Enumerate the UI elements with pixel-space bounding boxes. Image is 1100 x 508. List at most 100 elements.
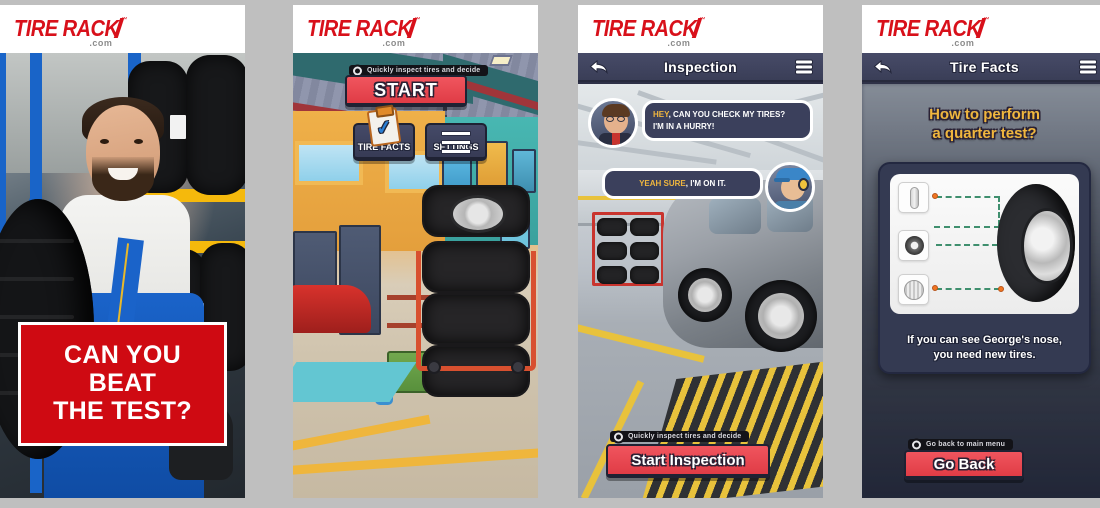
mechanic-dialogue-bubble: YEAH SURE, I'M ON IT. <box>602 168 763 200</box>
diagram-connector <box>936 244 998 246</box>
customer-dialogue-line-1: , CAN YOU CHECK MY TIRES? <box>668 110 786 119</box>
customer-dialogue-bubble: HEY, CAN YOU CHECK MY TIRES? I'M IN A HU… <box>642 100 813 142</box>
settings-button[interactable]: SETTINGS <box>425 123 487 161</box>
customer-dialogue-highlight: HEY <box>653 110 669 119</box>
mechanic-dialogue-line-1: , I'M ON IT. <box>685 179 726 188</box>
start-tooltip-text: Quickly inspect tires and decide <box>367 67 481 74</box>
logo-dotcom: .com <box>89 38 113 48</box>
tire-facts-card: If you can see George's nose, you need n… <box>878 162 1091 374</box>
cart-caster <box>427 360 441 374</box>
promo-banner-line-1: CAN YOU BEAT <box>64 341 181 397</box>
floor-marking-blue <box>293 362 417 402</box>
tire-facts-scene: How to perform a quarter test? If you ca… <box>862 84 1100 498</box>
promo-banner: CAN YOU BEAT THE TEST? <box>18 322 227 446</box>
mechanic-dialogue-highlight: YEAH SURE <box>639 179 686 188</box>
start-button[interactable]: START <box>345 75 467 107</box>
technician-eye <box>100 139 109 144</box>
start-inspection-tooltip: Quickly inspect tires and decide <box>610 430 750 443</box>
logo-trademark: ™ <box>983 17 990 23</box>
quarter-coin-icon <box>898 182 929 213</box>
tire-tread <box>0 315 74 319</box>
start-inspection-tooltip-text: Quickly inspect tires and decide <box>628 433 742 440</box>
logo-trademark: ™ <box>121 17 128 23</box>
wheel-icon <box>898 230 929 261</box>
tire-facts-headline: How to perform a quarter test? <box>862 106 1100 144</box>
headline-line-2: a quarter test? <box>932 124 1037 142</box>
back-arrow-icon[interactable] <box>589 59 608 74</box>
logo-trademark: ™ <box>414 17 421 23</box>
caption-line-2: you need new tires. <box>933 348 1036 361</box>
tire-facts-caption: If you can see George's nose, you need n… <box>890 333 1079 362</box>
front-wheel <box>678 268 732 322</box>
tire-facts-header: Tire Facts <box>862 53 1100 82</box>
tire-rack-logo: TIRE RACK ™ .com <box>307 17 420 48</box>
racked-tire <box>629 218 659 236</box>
hamburger-menu-icon <box>441 131 471 154</box>
promo-banner-line-2: THE TEST? <box>53 397 192 425</box>
inspection-header: Inspection <box>578 53 823 82</box>
cart-caster <box>511 360 525 374</box>
caption-line-1: If you can see George's nose, <box>907 334 1062 347</box>
racked-tire <box>597 218 627 236</box>
stacked-tire <box>422 185 530 237</box>
hamburger-menu-icon[interactable] <box>1080 60 1096 73</box>
diagram-connector <box>934 226 1000 228</box>
diagram-point-tire <box>998 286 1004 292</box>
inspection-scene: HEY, CAN YOU CHECK MY TIRES? I'M IN A HU… <box>578 84 823 498</box>
brand-bar: TIRE RACK ™ .com <box>862 5 1100 53</box>
diagram-point <box>932 193 938 199</box>
tire-facts-screen-panel: TIRE RACK ™ .com Tire Facts How to perfo… <box>862 5 1100 498</box>
checkmark-icon: ✓ <box>374 116 394 140</box>
tire-rim <box>450 195 506 233</box>
go-back-tooltip: Go back to main menu <box>908 438 1014 451</box>
car-window <box>709 198 761 234</box>
racked-tire <box>597 266 627 284</box>
hamburger-menu-icon[interactable] <box>796 60 812 73</box>
tire-rack-logo: TIRE RACK ™ .com <box>876 17 989 48</box>
tire-tread <box>0 239 74 243</box>
ceiling-light <box>488 55 514 66</box>
floor-stripe-yellow <box>293 414 431 453</box>
red-car <box>293 285 371 333</box>
tire-rack-logo: TIRE RACK ™ .com <box>14 17 127 48</box>
tire-rack-row <box>597 218 659 236</box>
diagram-connector <box>936 196 1000 198</box>
logo-trademark: ™ <box>699 17 706 23</box>
brand-bar: TIRE RACK ™ .com <box>0 5 245 53</box>
brand-bar: TIRE RACK ™ .com <box>293 5 538 53</box>
customer-dialogue-line-2: I'M IN A HURRY! <box>653 121 715 131</box>
racked-tire <box>629 242 659 260</box>
shelved-tire <box>186 55 245 195</box>
main-menu-screen-panel: TIRE RACK ™ .com Quickly inspect tires a… <box>293 5 538 498</box>
tread-depth-icon <box>898 274 929 305</box>
racked-tire <box>597 242 627 260</box>
tire-rack-row <box>597 266 659 284</box>
go-back-button[interactable]: Go Back <box>904 450 1024 480</box>
rear-wheel <box>745 280 817 352</box>
tire-illustration <box>997 184 1075 302</box>
tire-cart <box>416 251 536 374</box>
clipboard-icon: ✓ <box>366 107 402 147</box>
tire-rack-logo: TIRE RACK ™ .com <box>592 17 705 48</box>
technician-photo: CAN YOU BEAT THE TEST? <box>0 53 245 498</box>
start-inspection-button[interactable]: Start Inspection <box>606 444 770 478</box>
start-inspection-button-label: Start Inspection <box>631 451 745 469</box>
mechanic-avatar <box>765 162 815 212</box>
inspection-header-title: Inspection <box>663 58 737 75</box>
go-back-button-label: Go Back <box>933 455 995 473</box>
tire-facts-header-title: Tire Facts <box>950 58 1019 75</box>
tire-storage-rack <box>592 212 664 286</box>
tire-facts-button[interactable]: ✓ TIRE FACTS <box>353 107 415 161</box>
tire-badge-icon <box>612 430 625 443</box>
headline-line-1: How to perform <box>929 106 1040 123</box>
go-back-tooltip-text: Go back to main menu <box>926 441 1006 448</box>
diagram-connector <box>936 288 1000 290</box>
logo-dotcom: .com <box>382 38 406 48</box>
back-arrow-icon[interactable] <box>873 59 892 74</box>
logo-dotcom: .com <box>951 38 975 48</box>
screenshot-board: TIRE RACK ™ .com CAN YOU BEAT THE TEST? … <box>0 0 1100 508</box>
logo-dotcom: .com <box>667 38 691 48</box>
promo-screen-panel: TIRE RACK ™ .com CAN YOU BEAT THE TEST? <box>0 5 245 498</box>
floor-stripe-yellow <box>293 447 538 476</box>
start-button-label: START <box>374 79 438 100</box>
